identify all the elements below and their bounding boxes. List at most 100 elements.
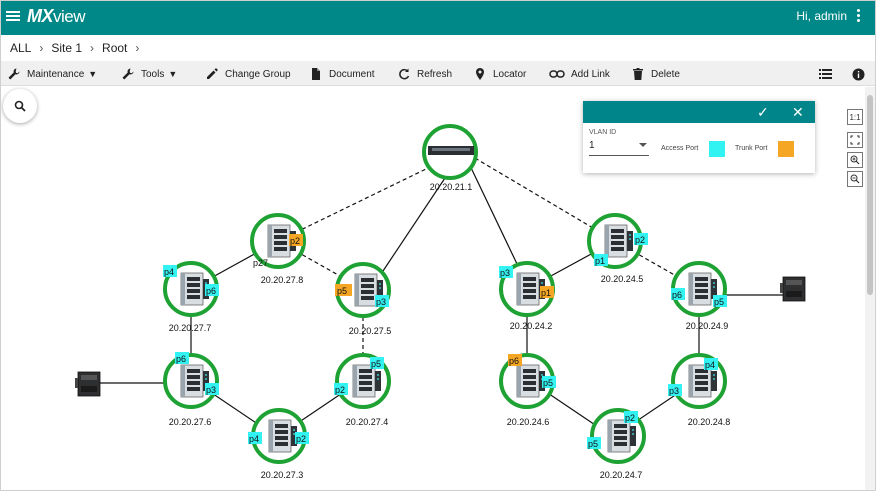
access-port-label: Access Port [661, 145, 699, 152]
port-label: p6 [176, 354, 186, 364]
wrench-icon [8, 68, 20, 80]
maintenance-button[interactable]: Maintenance ▼ [7, 65, 97, 83]
device-node[interactable]: 20.20.27.3 [251, 408, 307, 480]
port-label: p4 [249, 434, 259, 444]
delete-label: Delete [651, 68, 680, 80]
port-label: p2 [296, 434, 306, 444]
port-label: p5 [543, 378, 553, 388]
device-ip: 20.20.27.5 [349, 326, 392, 336]
port-label: p6 [509, 356, 519, 366]
end-device-left[interactable] [74, 371, 101, 397]
confirm-check-icon[interactable]: ✓ [757, 104, 769, 120]
location-pin-icon [476, 68, 484, 80]
trash-icon [633, 68, 643, 80]
device-ip: 20.20.27.4 [346, 417, 389, 427]
breadcrumb-site[interactable]: Site 1 [51, 41, 82, 55]
change-group-label: Change Group [225, 68, 291, 80]
refresh-label: Refresh [417, 68, 453, 80]
refresh-icon [399, 68, 410, 80]
port-label: p5 [337, 286, 347, 296]
vlan-id-value: 1 [589, 140, 595, 151]
vlan-panel-header: ✓ ✕ [583, 101, 815, 123]
wrench-icon [122, 68, 134, 80]
info-button[interactable] [852, 65, 871, 83]
document-button[interactable]: Document [309, 65, 375, 83]
maintenance-label: Maintenance [27, 68, 85, 80]
add-link-label: Add Link [571, 68, 610, 80]
port-label: p6 [672, 290, 682, 300]
list-icon [819, 69, 832, 79]
zoom-out-button[interactable] [847, 171, 863, 187]
port-label: p3 [206, 385, 216, 395]
port-label: p6 [206, 286, 216, 296]
port-label: p3 [669, 386, 679, 396]
document-icon [312, 68, 320, 80]
vertical-scrollbar[interactable] [865, 87, 875, 490]
trunk-port-label: Trunk Port [735, 145, 768, 152]
device-ip: 20.20.27.8 [261, 275, 304, 285]
document-label: Document [329, 68, 375, 80]
hamburger-menu-icon[interactable] [6, 9, 20, 23]
port-label: p1 [595, 256, 605, 266]
fit-screen-button[interactable] [847, 132, 863, 148]
add-link-button[interactable]: Add Link [549, 65, 610, 83]
trunk-port-swatch [778, 141, 794, 157]
zoom-fit-button[interactable]: 1:1 [847, 109, 863, 125]
device-ip: 20.20.24.8 [688, 417, 731, 427]
port-label: p2 [335, 385, 345, 395]
device-ip: 20.20.27.7 [169, 323, 212, 333]
info-icon [852, 68, 865, 80]
tools-label: Tools [141, 68, 165, 80]
port-label: p4 [164, 267, 174, 277]
close-icon[interactable]: ✕ [792, 104, 804, 120]
port-label: p4 [705, 360, 715, 370]
locator-label: Locator [493, 68, 527, 80]
device-ip: 20.20.24.9 [686, 321, 729, 331]
zoom-in-button[interactable] [847, 152, 863, 168]
device-ip: 20.20.24.5 [601, 274, 644, 284]
chevron-right-icon: › [39, 41, 44, 55]
access-port-swatch [709, 141, 725, 157]
port-label: p2 [635, 235, 645, 245]
chevron-right-icon: › [135, 41, 140, 55]
tools-button[interactable]: Tools ▼ [121, 65, 177, 83]
link-icon [549, 70, 565, 78]
change-group-button[interactable]: Change Group [205, 65, 291, 83]
delete-button[interactable]: Delete [631, 65, 680, 83]
user-greeting[interactable]: Hi, admin [796, 9, 847, 23]
mxview-app: MXview Hi, admin ALL › Site 1 › Root › M… [0, 0, 876, 491]
device-ip: 20.20.24.7 [600, 470, 643, 480]
chevron-right-icon: › [90, 41, 95, 55]
scrollbar-thumb[interactable] [867, 95, 873, 295]
toolbar: Maintenance ▼ Tools ▼ Change Group Documen… [1, 61, 875, 86]
port-label: p5 [371, 359, 381, 369]
port-label: p2 [290, 236, 300, 246]
refresh-button[interactable]: Refresh [397, 65, 452, 83]
device-ip: 20.20.27.6 [169, 417, 212, 427]
vlan-panel: ✓ ✕ VLAN ID 1 Access Port Trunk Port [583, 101, 815, 173]
more-options-icon[interactable] [857, 9, 861, 25]
device-node[interactable]: 20.20.27.8 [250, 213, 306, 285]
device-ip: 20.20.24.2 [510, 321, 553, 331]
search-icon [14, 100, 26, 112]
device-ip: 20.20.27.3 [261, 470, 304, 480]
port-label: p5 [588, 439, 598, 449]
breadcrumb-root[interactable]: Root [102, 41, 127, 55]
zoom-in-icon [850, 155, 860, 165]
port-label: p5 [714, 297, 724, 307]
search-button[interactable] [3, 89, 37, 123]
chevron-down-icon: ▼ [88, 69, 98, 79]
device-node[interactable]: 20.20.21.1 [422, 124, 478, 192]
port-label: p1 [541, 288, 551, 298]
breadcrumb-all[interactable]: ALL [10, 41, 31, 55]
device-ip: 20.20.24.6 [507, 417, 550, 427]
app-logo: MXview [27, 6, 86, 26]
end-device-right[interactable] [779, 276, 806, 302]
chevron-down-icon: ▼ [168, 69, 178, 79]
list-view-button[interactable] [819, 65, 838, 83]
dropdown-arrow-icon [639, 143, 647, 147]
vlan-id-select[interactable]: 1 [589, 140, 649, 156]
port-label: p3 [376, 297, 386, 307]
locator-button[interactable]: Locator [473, 65, 526, 83]
device-node[interactable]: 20.20.24.5 [587, 213, 644, 284]
